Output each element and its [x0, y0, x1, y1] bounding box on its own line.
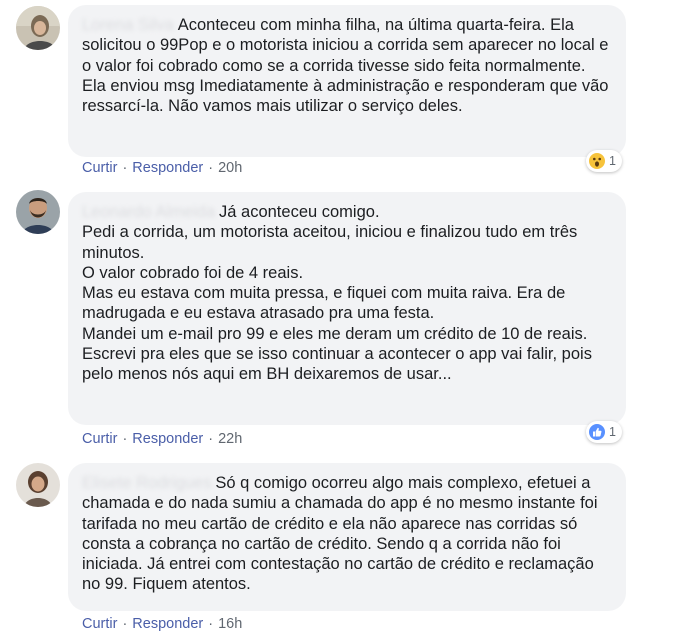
reply-link[interactable]: Responder	[132, 431, 203, 447]
comment-text-line: Escrevi pra eles que se isso continuar a…	[82, 345, 592, 384]
separator-dot: ·	[208, 160, 214, 176]
timestamp[interactable]: 22h	[218, 431, 242, 447]
comment-author[interactable]: Elisete Rodrigues	[82, 473, 211, 493]
avatar[interactable]	[16, 463, 60, 507]
comment-text-line: Mandei um e-mail pro 99 e eles me deram …	[82, 324, 588, 343]
separator-dot: ·	[122, 160, 128, 176]
reaction-summary[interactable]: 1	[586, 421, 622, 443]
timestamp[interactable]: 20h	[218, 160, 242, 176]
like-link[interactable]: Curtir	[82, 431, 117, 447]
like-thumb-icon	[589, 424, 605, 440]
reaction-count: 1	[609, 154, 616, 168]
comment-bubble: Leonardo Almeida Já aconteceu comigo. Ped…	[68, 192, 626, 425]
comment-author[interactable]: Leonardo Almeida	[82, 202, 215, 222]
comment-actions: Curtir · Responder · 20h	[82, 160, 242, 176]
avatar[interactable]	[16, 6, 60, 50]
separator-dot: ·	[208, 431, 214, 447]
avatar[interactable]	[16, 190, 60, 234]
comment-text-line: O valor cobrado foi de 4 reais.	[82, 263, 304, 282]
comment-actions: Curtir · Responder · 22h	[82, 431, 242, 447]
like-link[interactable]: Curtir	[82, 616, 117, 632]
comment-actions: Curtir · Responder · 16h	[82, 616, 242, 632]
comment-bubble: Lorena Silva Aconteceu com minha filha, n…	[68, 5, 626, 157]
comment-text-line: Mas eu estava com muita pressa, e fiquei…	[82, 284, 566, 323]
separator-dot: ·	[208, 616, 214, 632]
timestamp[interactable]: 16h	[218, 616, 242, 632]
reply-link[interactable]: Responder	[132, 160, 203, 176]
reply-link[interactable]: Responder	[132, 616, 203, 632]
separator-dot: ·	[122, 431, 128, 447]
comment-text-line: Já aconteceu comigo.	[219, 203, 380, 221]
comment-author[interactable]: Lorena Silva	[82, 15, 174, 35]
separator-dot: ·	[122, 616, 128, 632]
like-link[interactable]: Curtir	[82, 160, 117, 176]
comment-bubble: Elisete Rodrigues Só q comigo ocorreu alg…	[68, 463, 626, 611]
reaction-summary[interactable]: 1	[586, 150, 622, 172]
reaction-count: 1	[609, 425, 616, 439]
comment-text-line: Pedi a corrida, um motorista aceitou, in…	[82, 223, 578, 262]
wow-emoji-icon	[589, 153, 605, 169]
